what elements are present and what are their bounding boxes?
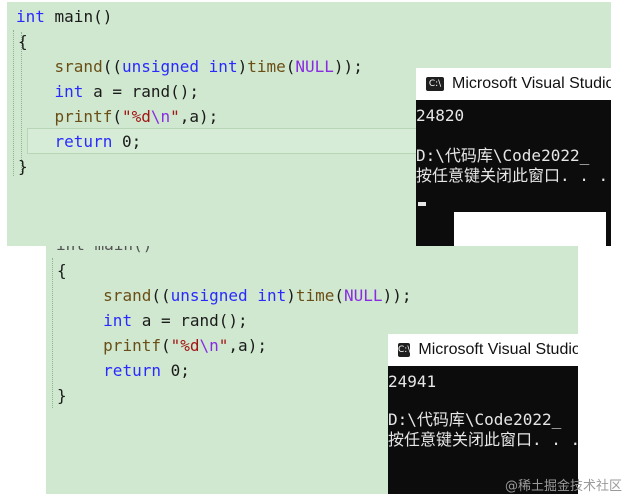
editor-panel-top: int main() { srand((unsigned int)time(NU… <box>7 2 611 246</box>
console-path: D:\代码库\Code2022_ <box>416 146 590 165</box>
console-titlebar[interactable]: C:\ Microsoft Visual Studio <box>416 68 611 100</box>
editor-panel-bottom: int main() { srand((unsigned int)time(NU… <box>46 246 578 494</box>
indent-guide <box>52 258 53 408</box>
code-line-5: return 0; <box>103 361 190 380</box>
console-path: D:\代码库\Code2022_ <box>388 410 562 429</box>
code-line-4: printf("%d\n",a); <box>103 336 267 355</box>
code-line-6: return 0; <box>54 132 142 151</box>
code-line-3: int a = rand(); <box>103 311 248 330</box>
code-line-7: } <box>18 157 28 176</box>
console-output-number: 24820 <box>416 106 465 125</box>
console-window-bottom[interactable]: C:\ Microsoft Visual Studio 24941 D:\代码库… <box>388 334 578 494</box>
code-block[interactable]: { srand((unsigned int)time(NULL)); int a… <box>55 258 411 408</box>
code-line-4: int a = rand(); <box>54 82 200 101</box>
console-title: Microsoft Visual Studio <box>452 75 611 92</box>
console-output-number: 24941 <box>388 372 437 391</box>
code-header-clipped: int main() <box>56 246 152 257</box>
code-line-5: printf("%d\n",a); <box>54 107 219 126</box>
console-prompt: 按任意键关闭此窗口. . . <box>416 166 609 185</box>
console-title: Microsoft Visual Studio <box>418 341 578 358</box>
console-window-top[interactable]: C:\ Microsoft Visual Studio 24820 D:\代码库… <box>416 68 611 246</box>
console-prompt: 按任意键关闭此窗口. . . <box>388 430 578 449</box>
console-titlebar[interactable]: C:\ Microsoft Visual Studio <box>388 334 578 366</box>
code-line-2: { <box>18 32 28 51</box>
overlay-white-region <box>454 212 606 246</box>
code-line-3: srand((unsigned int)time(NULL)); <box>54 57 363 76</box>
code-line-1: { <box>57 261 67 280</box>
console-app-icon: C:\ <box>426 77 444 91</box>
code-block[interactable]: int main() { srand((unsigned int)time(NU… <box>16 4 363 179</box>
code-line-1: int main() <box>16 7 113 26</box>
code-line-6: } <box>57 386 67 405</box>
console-app-icon: C:\ <box>398 343 411 357</box>
console-cursor <box>418 202 426 206</box>
watermark: @稀土掘金技术社区 <box>504 479 622 494</box>
indent-guide <box>13 30 14 176</box>
code-line-2: srand((unsigned int)time(NULL)); <box>103 286 412 305</box>
